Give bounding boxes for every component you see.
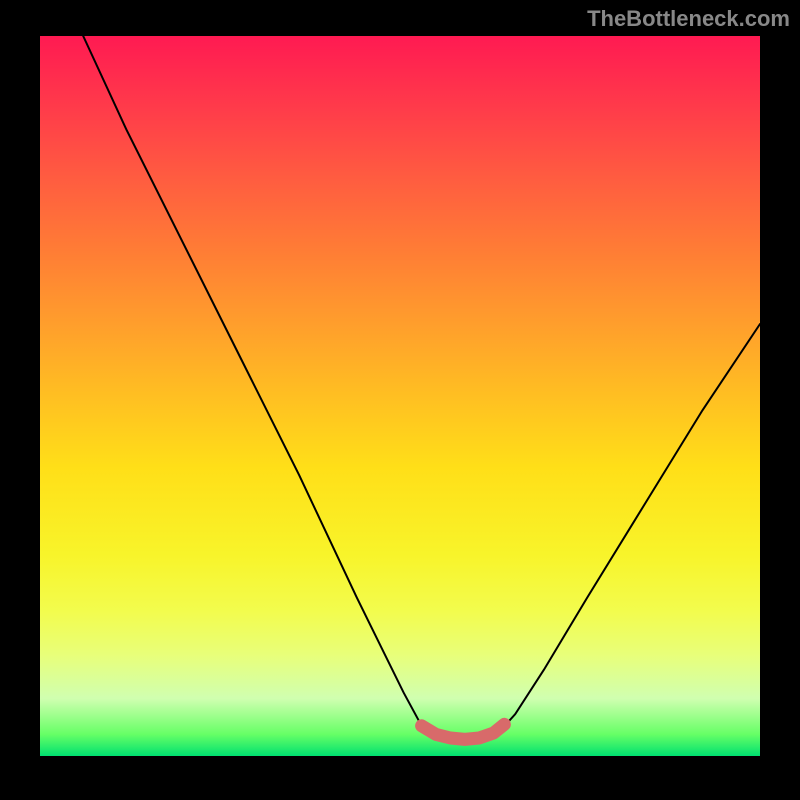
chart-svg <box>40 36 760 756</box>
curve-line <box>83 36 760 739</box>
chart-plot-area <box>40 36 760 756</box>
bottom-marker <box>422 724 505 739</box>
watermark-text: TheBottleneck.com <box>587 6 790 32</box>
